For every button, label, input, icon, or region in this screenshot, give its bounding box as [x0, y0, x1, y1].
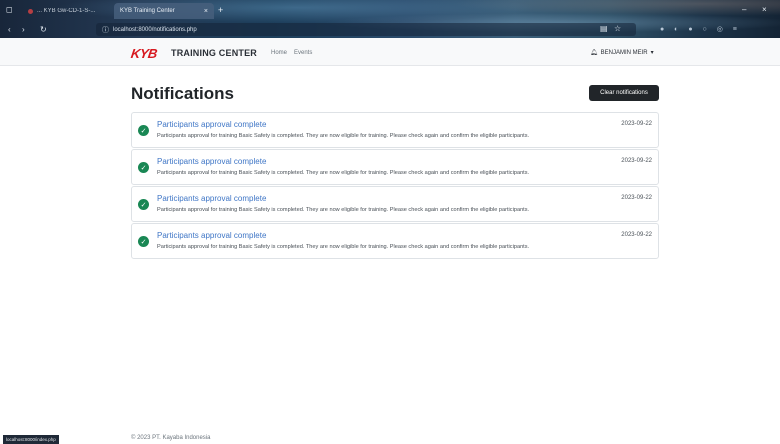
notification-title[interactable]: Participants approval complete — [157, 194, 266, 203]
nav-link-events[interactable]: Events — [294, 50, 312, 56]
back-button[interactable]: ‹ — [8, 25, 11, 34]
status-bar-url: localhost:8000/index.php — [3, 435, 59, 444]
check-circle-icon: ✓ — [138, 236, 149, 247]
url-bar[interactable]: ⓘ localhost:8000/notifications.php — [96, 23, 636, 36]
reader-mode-icon[interactable]: ▤ — [600, 24, 608, 33]
brand-name[interactable]: TRAINING CENTER — [171, 48, 257, 58]
page-info-icon[interactable]: ⓘ — [102, 25, 109, 35]
notification-item[interactable]: ✓ Participants approval complete 2023-09… — [131, 112, 659, 148]
tab-close-icon[interactable]: × — [204, 8, 208, 15]
check-circle-icon: ✓ — [138, 162, 149, 173]
clear-notifications-button[interactable]: Clear notifications — [589, 85, 659, 101]
close-window-icon[interactable]: × — [762, 5, 767, 14]
extension-icons[interactable]: ● ◐ ● ○ ◎ ≡ — [660, 25, 741, 33]
reload-button[interactable]: ↻ — [40, 25, 47, 34]
user-menu[interactable]: 🔔︎ BENJAMIN MEIR ▾ — [590, 49, 654, 57]
check-circle-icon: ✓ — [138, 125, 149, 136]
notification-body: Participants approval for training Basic… — [157, 207, 530, 213]
nav-link-home[interactable]: Home — [271, 50, 287, 56]
tab-label: KYB Training Center — [120, 8, 175, 14]
notification-item[interactable]: ✓ Participants approval complete 2023-09… — [131, 186, 659, 222]
notification-date: 2023-09-22 — [621, 195, 652, 201]
site-navbar: KYB TRAINING CENTER Home Events 🔔︎ BENJA… — [0, 38, 780, 66]
tab-label: ... KYB Gw-CD-1-S-... — [37, 8, 96, 14]
page-title: Notifications — [131, 84, 234, 103]
user-name: BENJAMIN MEIR — [600, 49, 648, 56]
forward-button[interactable]: › — [22, 25, 25, 34]
notification-item[interactable]: ✓ Participants approval complete 2023-09… — [131, 223, 659, 259]
chevron-down-icon: ▾ — [650, 50, 654, 56]
kyb-logo[interactable]: KYB — [130, 46, 158, 61]
notification-item[interactable]: ✓ Participants approval complete 2023-09… — [131, 149, 659, 185]
minimize-icon[interactable]: – — [742, 5, 746, 14]
notification-date: 2023-09-22 — [621, 121, 652, 127]
address-row: ‹ › ↻ ⓘ localhost:8000/notifications.php… — [0, 22, 780, 38]
notification-list: ✓ Participants approval complete 2023-09… — [131, 112, 659, 260]
notification-date: 2023-09-22 — [621, 158, 652, 164]
footer-copyright: © 2023 PT. Kayaba Indonesia — [131, 435, 211, 441]
notification-title[interactable]: Participants approval complete — [157, 231, 266, 240]
bookmark-star-icon[interactable]: ☆ — [614, 24, 621, 33]
browser-menu-icon[interactable]: ◻ — [6, 5, 13, 14]
notification-title[interactable]: Participants approval complete — [157, 157, 266, 166]
check-circle-icon: ✓ — [138, 199, 149, 210]
browser-toolbar: ◻ ... KYB Gw-CD-1-S-... KYB Training Cen… — [0, 0, 780, 38]
notification-body: Participants approval for training Basic… — [157, 170, 530, 176]
tab-strip: ◻ ... KYB Gw-CD-1-S-... KYB Training Cen… — [0, 3, 780, 21]
url-text: localhost:8000/notifications.php — [113, 26, 197, 33]
notification-date: 2023-09-22 — [621, 232, 652, 238]
tab-other[interactable]: ... KYB Gw-CD-1-S-... — [22, 3, 110, 19]
bell-icon[interactable]: 🔔︎ — [590, 49, 598, 56]
new-tab-button[interactable]: + — [218, 5, 223, 15]
notification-body: Participants approval for training Basic… — [157, 244, 530, 250]
tab-training-center[interactable]: KYB Training Center × — [114, 3, 214, 19]
notification-body: Participants approval for training Basic… — [157, 133, 530, 139]
notification-title[interactable]: Participants approval complete — [157, 120, 266, 129]
tab-favicon-icon — [28, 8, 33, 14]
